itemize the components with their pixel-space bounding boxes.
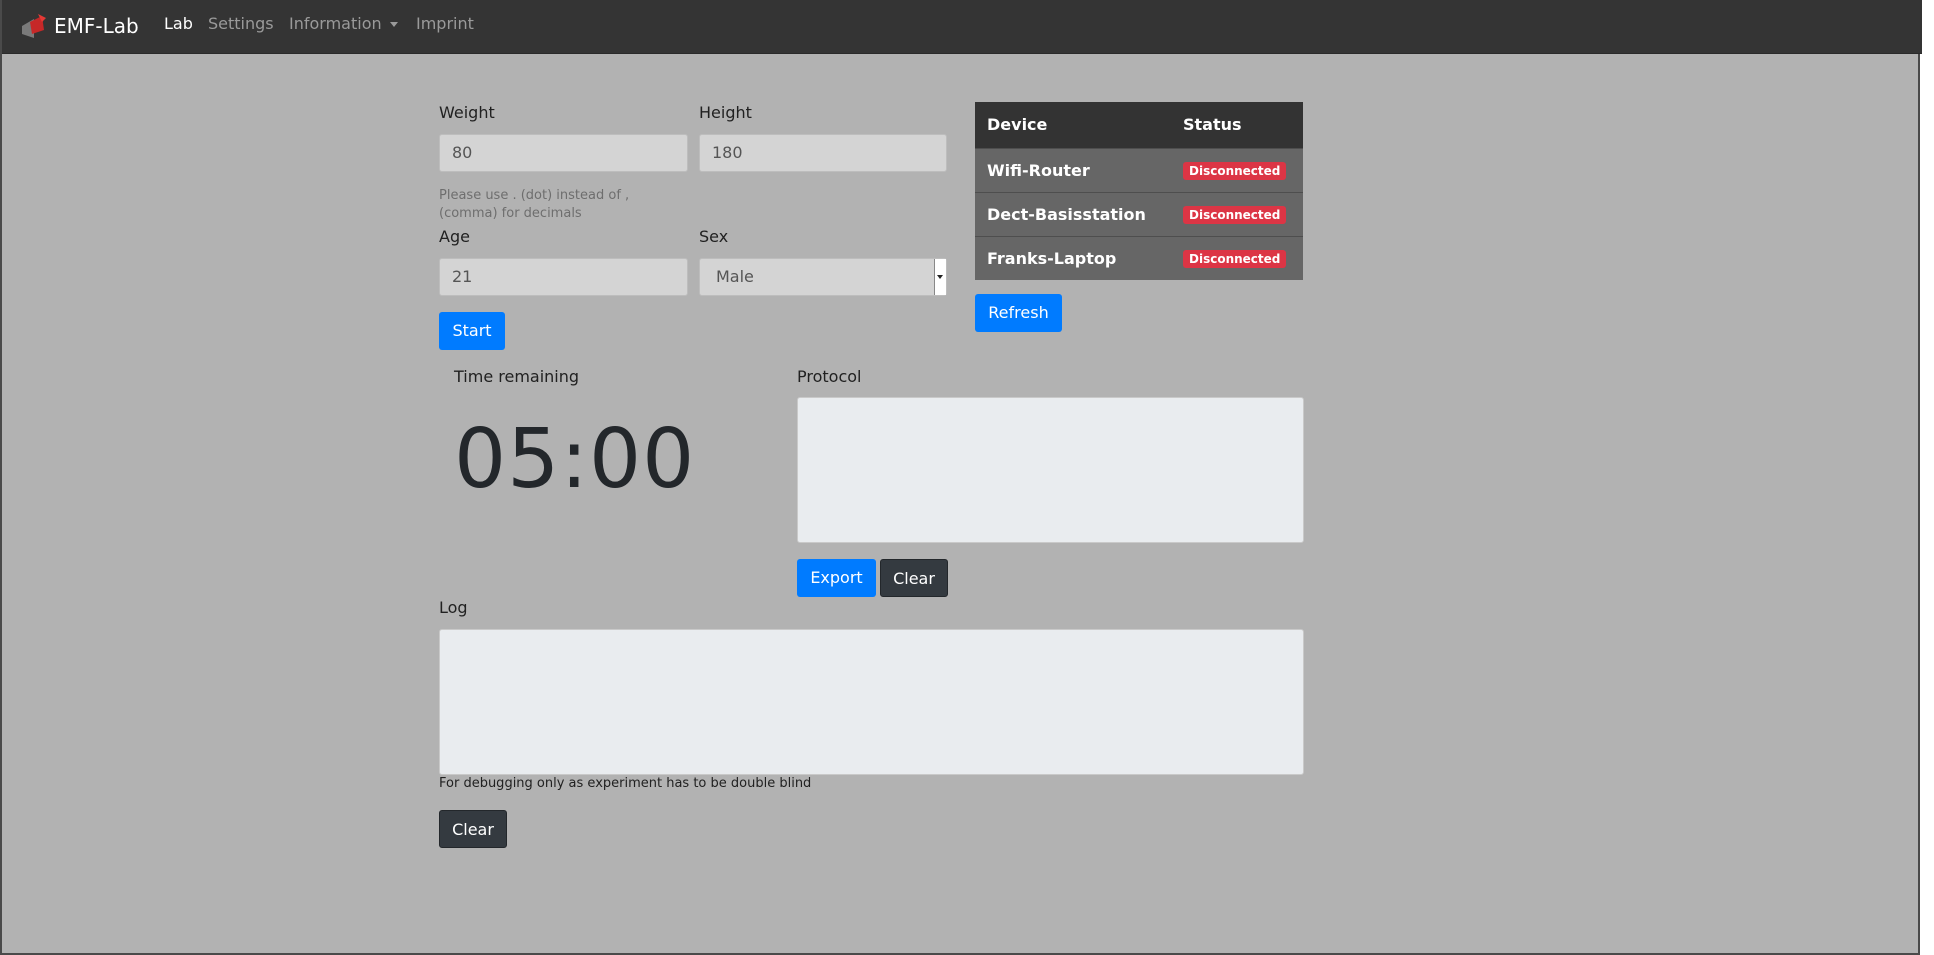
device-status-cell: Disconnected <box>1171 235 1303 280</box>
sex-select[interactable]: Male <box>699 258 947 296</box>
device-table-header: Device Status <box>975 102 1303 148</box>
select-arrow-icon[interactable] <box>934 259 946 295</box>
log-label: Log <box>439 598 468 617</box>
status-badge: Disconnected <box>1183 206 1287 224</box>
age-label: Age <box>439 227 470 246</box>
device-name: Franks-Laptop <box>975 235 1171 280</box>
timer-label: Time remaining <box>454 367 580 386</box>
table-row: Dect-Basisstation Disconnected <box>975 191 1303 236</box>
timer-display: 05:00 <box>454 412 696 507</box>
nav-lab[interactable]: Lab <box>164 14 193 34</box>
brand[interactable]: EMF-Lab <box>20 11 139 41</box>
nav-information[interactable]: Information <box>289 14 398 34</box>
weight-label: Weight <box>439 103 495 122</box>
weight-input[interactable]: 80 <box>439 134 688 172</box>
nav-imprint[interactable]: Imprint <box>416 14 474 34</box>
table-row: Franks-Laptop Disconnected <box>975 235 1303 280</box>
column-header-device: Device <box>975 102 1171 148</box>
device-status-cell: Disconnected <box>1171 191 1303 236</box>
export-button[interactable]: Export <box>797 559 876 597</box>
start-button[interactable]: Start <box>439 312 505 350</box>
protocol-label: Protocol <box>797 367 862 386</box>
device-table: Device Status Wifi-Router Disconnected D… <box>975 102 1303 280</box>
refresh-button[interactable]: Refresh <box>975 294 1062 332</box>
age-input[interactable]: 21 <box>439 258 688 296</box>
brand-label: EMF-Lab <box>54 14 139 38</box>
device-status-cell: Disconnected <box>1171 147 1303 192</box>
emf-lab-logo-icon <box>22 14 46 38</box>
log-textarea[interactable] <box>439 629 1304 775</box>
nav-information-label: Information <box>289 14 382 33</box>
sex-selected-value: Male <box>716 267 754 286</box>
status-badge: Disconnected <box>1183 250 1287 269</box>
sex-label: Sex <box>699 227 729 246</box>
chevron-down-icon <box>389 22 398 27</box>
device-name: Wifi-Router <box>975 147 1171 192</box>
column-header-status: Status <box>1171 102 1303 148</box>
log-clear-button[interactable]: Clear <box>439 810 507 848</box>
table-row: Wifi-Router Disconnected <box>975 147 1303 192</box>
app-frame: EMF-Lab Lab Settings Information Imprint… <box>0 0 1922 955</box>
device-name: Dect-Basisstation <box>975 191 1171 236</box>
protocol-clear-button[interactable]: Clear <box>880 559 948 597</box>
height-label: Height <box>699 103 752 122</box>
decimal-hint: Please use . (dot) instead of , (comma) … <box>439 188 630 221</box>
height-input[interactable]: 180 <box>699 134 947 172</box>
status-badge: Disconnected <box>1183 162 1287 180</box>
navbar: EMF-Lab Lab Settings Information Imprint <box>2 0 1922 54</box>
log-note: For debugging only as experiment has to … <box>439 776 812 791</box>
nav-settings[interactable]: Settings <box>208 14 274 34</box>
protocol-textarea[interactable] <box>797 397 1304 543</box>
